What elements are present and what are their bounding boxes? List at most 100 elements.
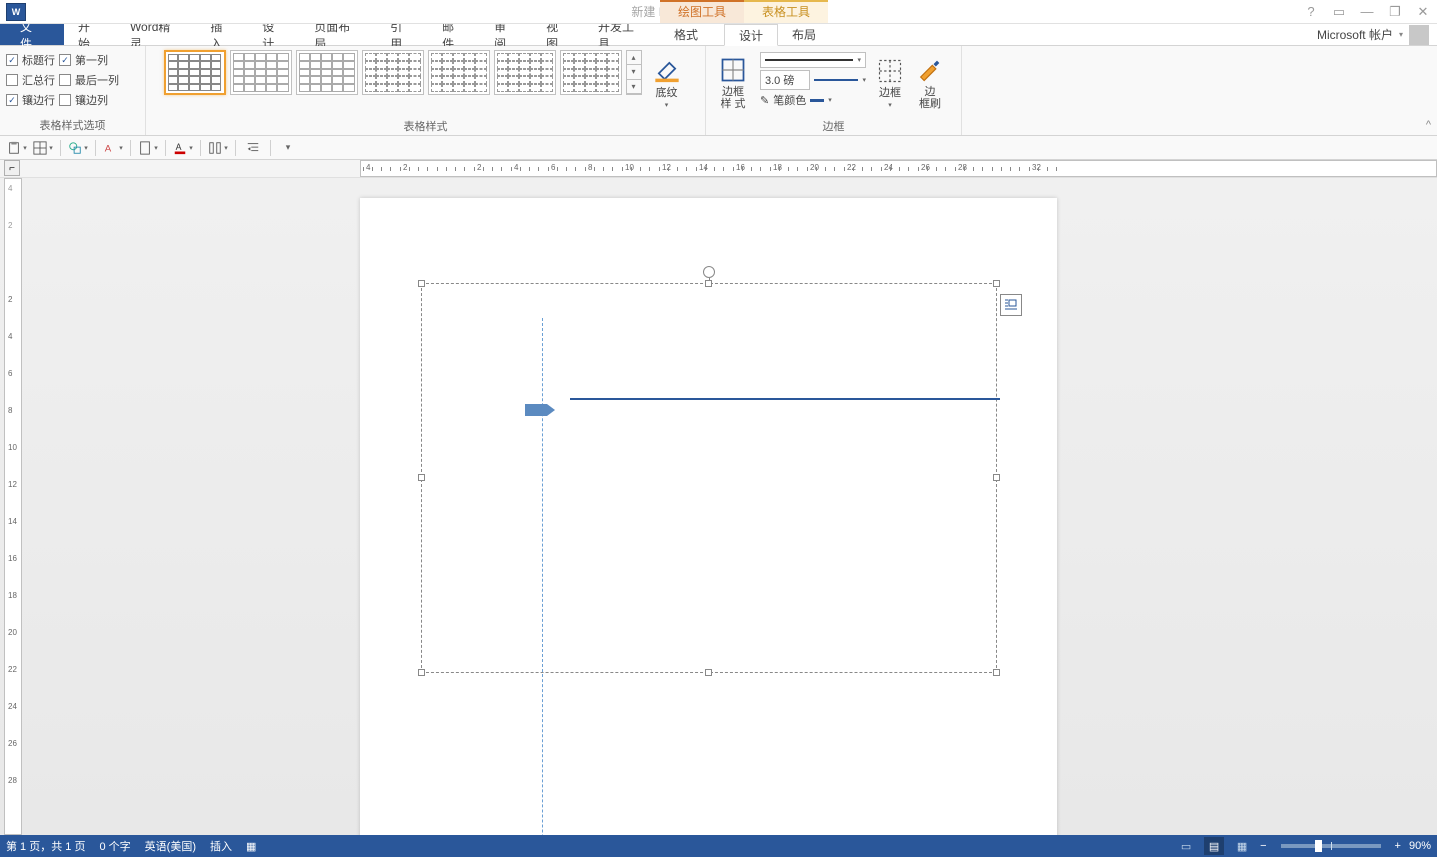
contextual-tab-table-tools: 表格工具 [744, 0, 828, 23]
zoom-slider[interactable] [1281, 844, 1381, 848]
tab-mailings[interactable]: 邮件 [428, 24, 480, 45]
tab-insert[interactable]: 插入 [196, 24, 248, 45]
qat-columns-icon[interactable] [207, 138, 229, 158]
collapse-ribbon-icon[interactable]: ^ [1426, 119, 1431, 131]
checkbox-header-row[interactable]: ✓标题行 [6, 52, 55, 68]
group-table-styles: ▴ ▾ ▾ 底纹 ▾ 表格样式 [146, 46, 706, 135]
minimize-icon[interactable]: — [1353, 0, 1381, 24]
table-style-plain-5[interactable] [494, 50, 556, 95]
account-area[interactable]: Microsoft 帐户 ▾ [1317, 24, 1437, 45]
ribbon-display-options-icon[interactable]: ▭ [1325, 0, 1353, 24]
checkbox-banded-columns-label: 镶边列 [75, 92, 108, 108]
border-weight-dropdown[interactable]: 3.0 磅 ▾ [760, 70, 866, 90]
resize-handle-bm[interactable] [705, 669, 712, 676]
shading-button[interactable]: 底纹 ▾ [646, 50, 688, 116]
horizontal-ruler[interactable]: 4224681012141618202224262832 [360, 160, 1437, 177]
table-style-plain-4[interactable] [428, 50, 490, 95]
scroll-down-icon[interactable]: ▾ [627, 65, 641, 79]
word-app-icon: W [6, 3, 26, 21]
chevron-down-icon: ▾ [828, 96, 832, 104]
status-page[interactable]: 第 1 页，共 1 页 [6, 838, 85, 854]
status-macro-icon[interactable]: ▦ [246, 840, 256, 853]
checkbox-banded-rows[interactable]: ✓镶边行 [6, 92, 55, 108]
resize-handle-tm[interactable] [705, 280, 712, 287]
restore-icon[interactable]: ❐ [1381, 0, 1409, 24]
border-styles-label: 边框样 式 [718, 86, 748, 110]
status-word-count[interactable]: 0 个字 [99, 838, 130, 854]
dropdown-icon[interactable]: ▾ [627, 80, 641, 94]
tab-stop-selector[interactable]: ⌐ [4, 160, 20, 176]
layout-options-button[interactable] [1000, 294, 1022, 316]
qat-styles-icon[interactable]: A [102, 138, 124, 158]
status-language[interactable]: 英语(美国) [145, 838, 196, 854]
table-style-plain-6[interactable] [560, 50, 622, 95]
chevron-down-icon: ▾ [862, 76, 866, 84]
layout-options-icon [1003, 297, 1019, 313]
group-label-style-options: 表格样式选项 [6, 115, 139, 133]
tab-home[interactable]: 开始 [64, 24, 116, 45]
qat-paste-icon[interactable] [6, 138, 28, 158]
qat-indent-icon[interactable] [242, 138, 264, 158]
scroll-up-icon[interactable]: ▴ [627, 51, 641, 65]
view-read-mode-icon[interactable]: ▭ [1176, 837, 1196, 855]
qat-page-icon[interactable] [137, 138, 159, 158]
arrow-shape[interactable] [525, 404, 555, 416]
qat-font-color-icon[interactable]: A [172, 138, 194, 158]
resize-handle-ml[interactable] [418, 474, 425, 481]
tab-table-design[interactable]: 设计 [724, 24, 778, 46]
close-icon[interactable]: ✕ [1409, 0, 1437, 24]
table-style-grid[interactable] [164, 50, 226, 95]
zoom-percentage[interactable]: 90% [1409, 840, 1431, 852]
resize-handle-tr[interactable] [993, 280, 1000, 287]
pen-color-swatch [810, 99, 824, 102]
chevron-down-icon: ▾ [665, 101, 669, 109]
tab-review[interactable]: 审阅 [480, 24, 532, 45]
tab-developer[interactable]: 开发工具 [584, 24, 660, 45]
tab-page-layout[interactable]: 页面布局 [300, 24, 376, 45]
border-styles-button[interactable]: 边框样 式 [712, 50, 754, 116]
qat-shape-icon[interactable] [67, 138, 89, 158]
view-print-layout-icon[interactable]: ▤ [1204, 837, 1224, 855]
tab-references[interactable]: 引用 [376, 24, 428, 45]
status-insert-mode[interactable]: 插入 [210, 838, 232, 854]
tab-design[interactable]: 设计 [248, 24, 300, 45]
zoom-in-button[interactable]: + [1395, 840, 1401, 852]
horizontal-line-shape[interactable] [570, 398, 1000, 400]
table-style-plain-1[interactable] [230, 50, 292, 95]
table-style-plain-2[interactable] [296, 50, 358, 95]
qat-more-icon[interactable]: ▾ [277, 138, 299, 158]
chevron-down-icon: ▾ [857, 56, 861, 64]
checkbox-header-row-label: 标题行 [22, 52, 55, 68]
resize-handle-mr[interactable] [993, 474, 1000, 481]
paint-bucket-icon [653, 57, 681, 85]
checkbox-banded-columns[interactable]: 镶边列 [59, 92, 119, 108]
border-painter-button[interactable]: 边 框刷 [912, 50, 948, 116]
pen-color-label: 笔颜色 [773, 92, 806, 108]
resize-handle-tl[interactable] [418, 280, 425, 287]
qat-table-icon[interactable] [32, 138, 54, 158]
tab-file[interactable]: 文件 [0, 24, 64, 45]
pen-color-button[interactable]: ✎ 笔颜色 ▾ [760, 92, 866, 108]
checkbox-total-row[interactable]: 汇总行 [6, 72, 55, 88]
border-line-style-dropdown[interactable]: ▾ [760, 52, 866, 68]
zoom-out-button[interactable]: − [1260, 840, 1266, 852]
tab-word-wizard[interactable]: Word精灵 [116, 24, 196, 45]
rotate-handle[interactable] [703, 266, 715, 278]
checkbox-last-column[interactable]: 最后一列 [59, 72, 119, 88]
tab-drawing-format[interactable]: 格式 [660, 24, 712, 45]
table-style-plain-3[interactable] [362, 50, 424, 95]
zoom-thumb[interactable] [1315, 840, 1322, 852]
vertical-ruler[interactable]: 42246810121416182022242628 [4, 178, 22, 835]
tab-view[interactable]: 视图 [532, 24, 584, 45]
tab-table-layout[interactable]: 布局 [778, 24, 830, 45]
quick-access-toolbar: A A ▾ [0, 136, 1437, 160]
selection-frame[interactable] [421, 283, 997, 673]
resize-handle-br[interactable] [993, 669, 1000, 676]
help-icon[interactable]: ? [1297, 0, 1325, 24]
table-styles-more[interactable]: ▴ ▾ ▾ [626, 50, 642, 95]
page[interactable] [360, 198, 1057, 835]
checkbox-first-column[interactable]: ✓第一列 [59, 52, 119, 68]
borders-button[interactable]: 边框 ▾ [872, 50, 908, 116]
view-web-layout-icon[interactable]: ▦ [1232, 837, 1252, 855]
resize-handle-bl[interactable] [418, 669, 425, 676]
